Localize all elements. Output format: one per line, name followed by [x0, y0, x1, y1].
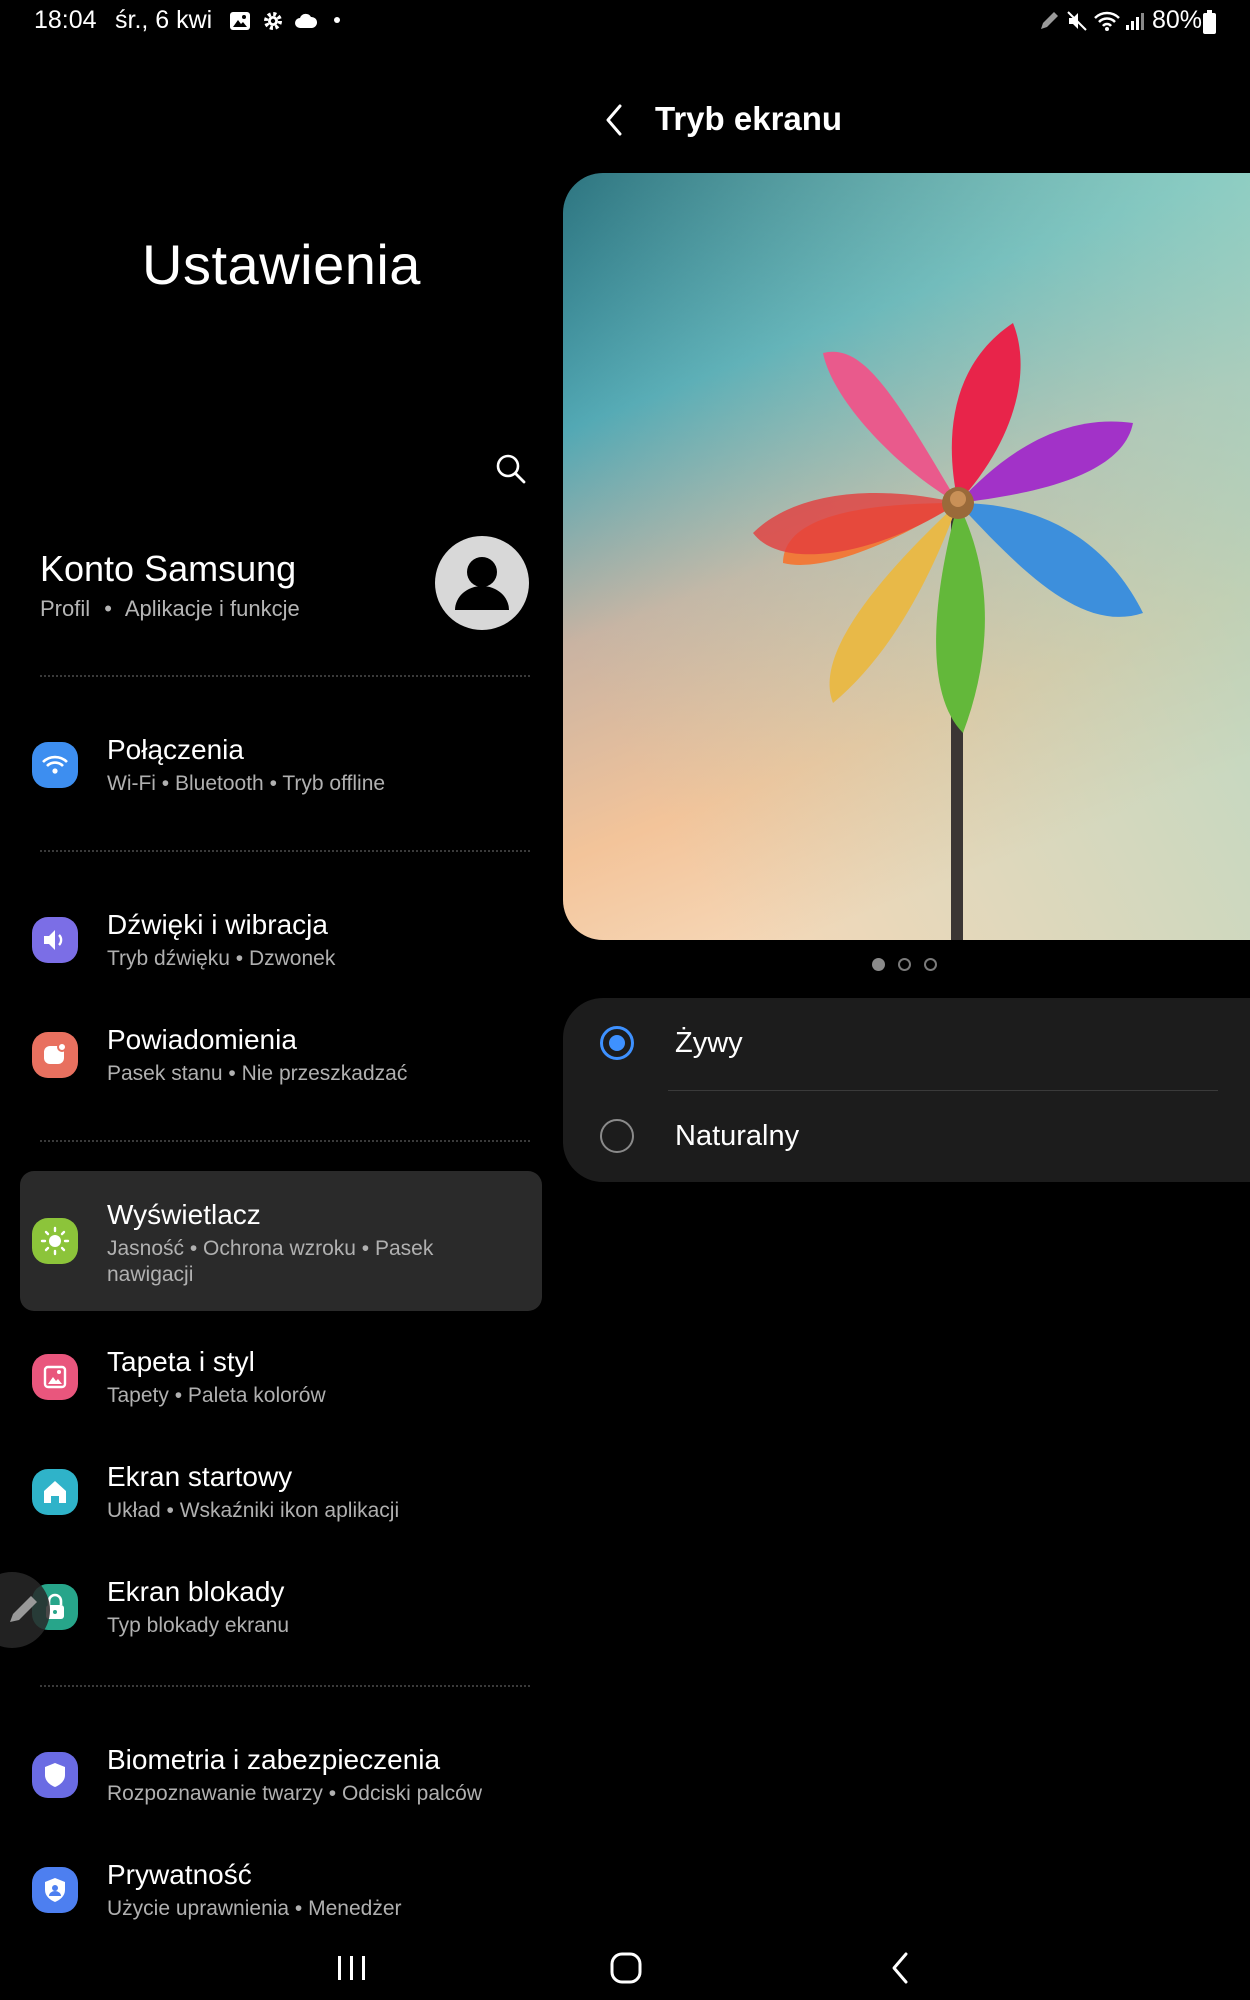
- item-title: Ekran blokady: [107, 1576, 285, 1607]
- page-title: Ustawienia: [142, 233, 421, 296]
- avatar[interactable]: [435, 536, 529, 630]
- gallery-icon: [230, 12, 250, 30]
- item-subtitle: Typ blokady ekranu: [107, 1614, 290, 1637]
- screen-mode-preview-image[interactable]: [563, 173, 1250, 940]
- item-subtitle: Układ • Wskaźniki ikon aplikacji: [107, 1499, 400, 1522]
- settings-item-biometrics[interactable]: Biometria i zabezpieczenia Rozpoznawanie…: [20, 1738, 542, 1818]
- item-subtitle: Pasek stanu • Nie przeszkadzać: [107, 1062, 408, 1085]
- signal-icon: [1126, 13, 1144, 30]
- home-button[interactable]: [606, 1948, 646, 1988]
- chevron-left-icon: [606, 104, 622, 136]
- item-title: Biometria i zabezpieczenia: [107, 1744, 441, 1775]
- screen-mode-options-card: Żywy Naturalny: [563, 998, 1250, 1182]
- speaker-icon: [32, 917, 78, 963]
- settings-item-notifications[interactable]: Powiadomienia Pasek stanu • Nie przeszka…: [20, 1018, 542, 1098]
- radio-vivid[interactable]: [600, 1026, 634, 1060]
- wifi-icon: [32, 742, 78, 788]
- item-subtitle: Wi-Fi • Bluetooth • Tryb offline: [107, 772, 386, 795]
- section-divider: [40, 850, 530, 852]
- section-divider: [40, 1685, 530, 1687]
- status-time: 18:04: [34, 6, 97, 34]
- item-subtitle: Tryb dźwięku • Dzwonek: [107, 947, 336, 970]
- item-title: Tapeta i styl: [107, 1346, 255, 1377]
- item-title: Wyświetlacz: [107, 1199, 261, 1230]
- item-subtitle: Rozpoznawanie twarzy • Odciski palców: [107, 1782, 483, 1805]
- wallpaper-icon: [32, 1354, 78, 1400]
- carousel-dot-active[interactable]: [872, 958, 885, 971]
- recents-icon: [338, 1956, 365, 1980]
- back-button[interactable]: [596, 98, 632, 142]
- back-nav-icon: [892, 1952, 908, 1984]
- item-subtitle: Jasność • Ochrona wzroku • Pasek nawigac…: [107, 1237, 434, 1286]
- pen-icon: [1041, 12, 1058, 29]
- navigation-bar: [0, 1920, 1250, 2000]
- item-subtitle: Tapety • Paleta kolorów: [107, 1384, 326, 1407]
- pinwheel-image: [563, 173, 1250, 940]
- carousel-dot[interactable]: [924, 958, 937, 971]
- search-button[interactable]: [488, 446, 534, 492]
- item-title: Prywatność: [107, 1859, 252, 1890]
- option-natural[interactable]: Naturalny: [563, 1090, 1250, 1182]
- settings-item-connections[interactable]: Połączenia Wi-Fi • Bluetooth • Tryb offl…: [20, 728, 542, 808]
- radio-natural[interactable]: [600, 1119, 634, 1153]
- account-sub-apps: Aplikacje i funkcje: [124, 596, 300, 621]
- recent-apps-button[interactable]: [330, 1950, 374, 1986]
- account-sub-profile: Profil: [40, 596, 91, 621]
- account-name: Konto Samsung: [40, 548, 297, 589]
- battery-percent: 80%: [1151, 6, 1202, 34]
- account-subtitle: Profil • Aplikacje i funkcje: [40, 596, 300, 621]
- settings-item-wallpaper[interactable]: Tapeta i styl Tapety • Paleta kolorów: [20, 1340, 542, 1420]
- item-title: Powiadomienia: [107, 1024, 297, 1055]
- shield-icon: [32, 1752, 78, 1798]
- settings-item-privacy[interactable]: Prywatność Użycie uprawnienia • Menedżer: [20, 1853, 542, 1920]
- samsung-account-row[interactable]: Konto Samsung Profil • Aplikacje i funkc…: [0, 530, 563, 640]
- more-dot-icon: [334, 17, 340, 23]
- pen-icon: [10, 1596, 37, 1622]
- section-divider: [40, 675, 530, 677]
- screen-mode-title: Tryb ekranu: [655, 100, 843, 137]
- carousel-dot[interactable]: [898, 958, 911, 971]
- back-nav-button[interactable]: [880, 1946, 920, 1990]
- settings-gear-icon: [264, 12, 282, 30]
- settings-item-home-screen[interactable]: Ekran startowy Układ • Wskaźniki ikon ap…: [20, 1455, 542, 1535]
- notification-icon: [32, 1032, 78, 1078]
- section-divider: [40, 1140, 530, 1142]
- privacy-icon: [32, 1867, 78, 1913]
- item-subtitle: Użycie uprawnienia • Menedżer: [107, 1897, 402, 1920]
- home-icon: [32, 1469, 78, 1515]
- option-label: Naturalny: [675, 1120, 800, 1152]
- settings-item-sounds[interactable]: Dźwięki i wibracja Tryb dźwięku • Dzwone…: [20, 903, 542, 983]
- cloud-icon: [295, 13, 317, 28]
- item-title: Dźwięki i wibracja: [107, 909, 328, 940]
- item-title: Ekran startowy: [107, 1461, 293, 1492]
- status-bar: 18:04 śr., 6 kwi 80%: [0, 0, 1250, 44]
- mute-vibrate-icon: [1067, 11, 1087, 31]
- settings-item-display[interactable]: Wyświetlacz Jasność • Ochrona wzroku • P…: [20, 1171, 542, 1311]
- person-icon: [455, 557, 509, 610]
- option-vivid[interactable]: Żywy: [563, 998, 1250, 1090]
- wifi-status-icon: [1094, 11, 1120, 31]
- sun-icon: [32, 1218, 78, 1264]
- option-label: Żywy: [675, 1027, 743, 1059]
- settings-item-lock-screen[interactable]: Ekran blokady Typ blokady ekranu: [20, 1570, 542, 1650]
- status-date: śr., 6 kwi: [115, 6, 213, 34]
- search-icon: [496, 454, 526, 484]
- battery-icon: [1203, 10, 1216, 34]
- home-nav-icon: [610, 1952, 642, 1984]
- item-title: Połączenia: [107, 734, 244, 765]
